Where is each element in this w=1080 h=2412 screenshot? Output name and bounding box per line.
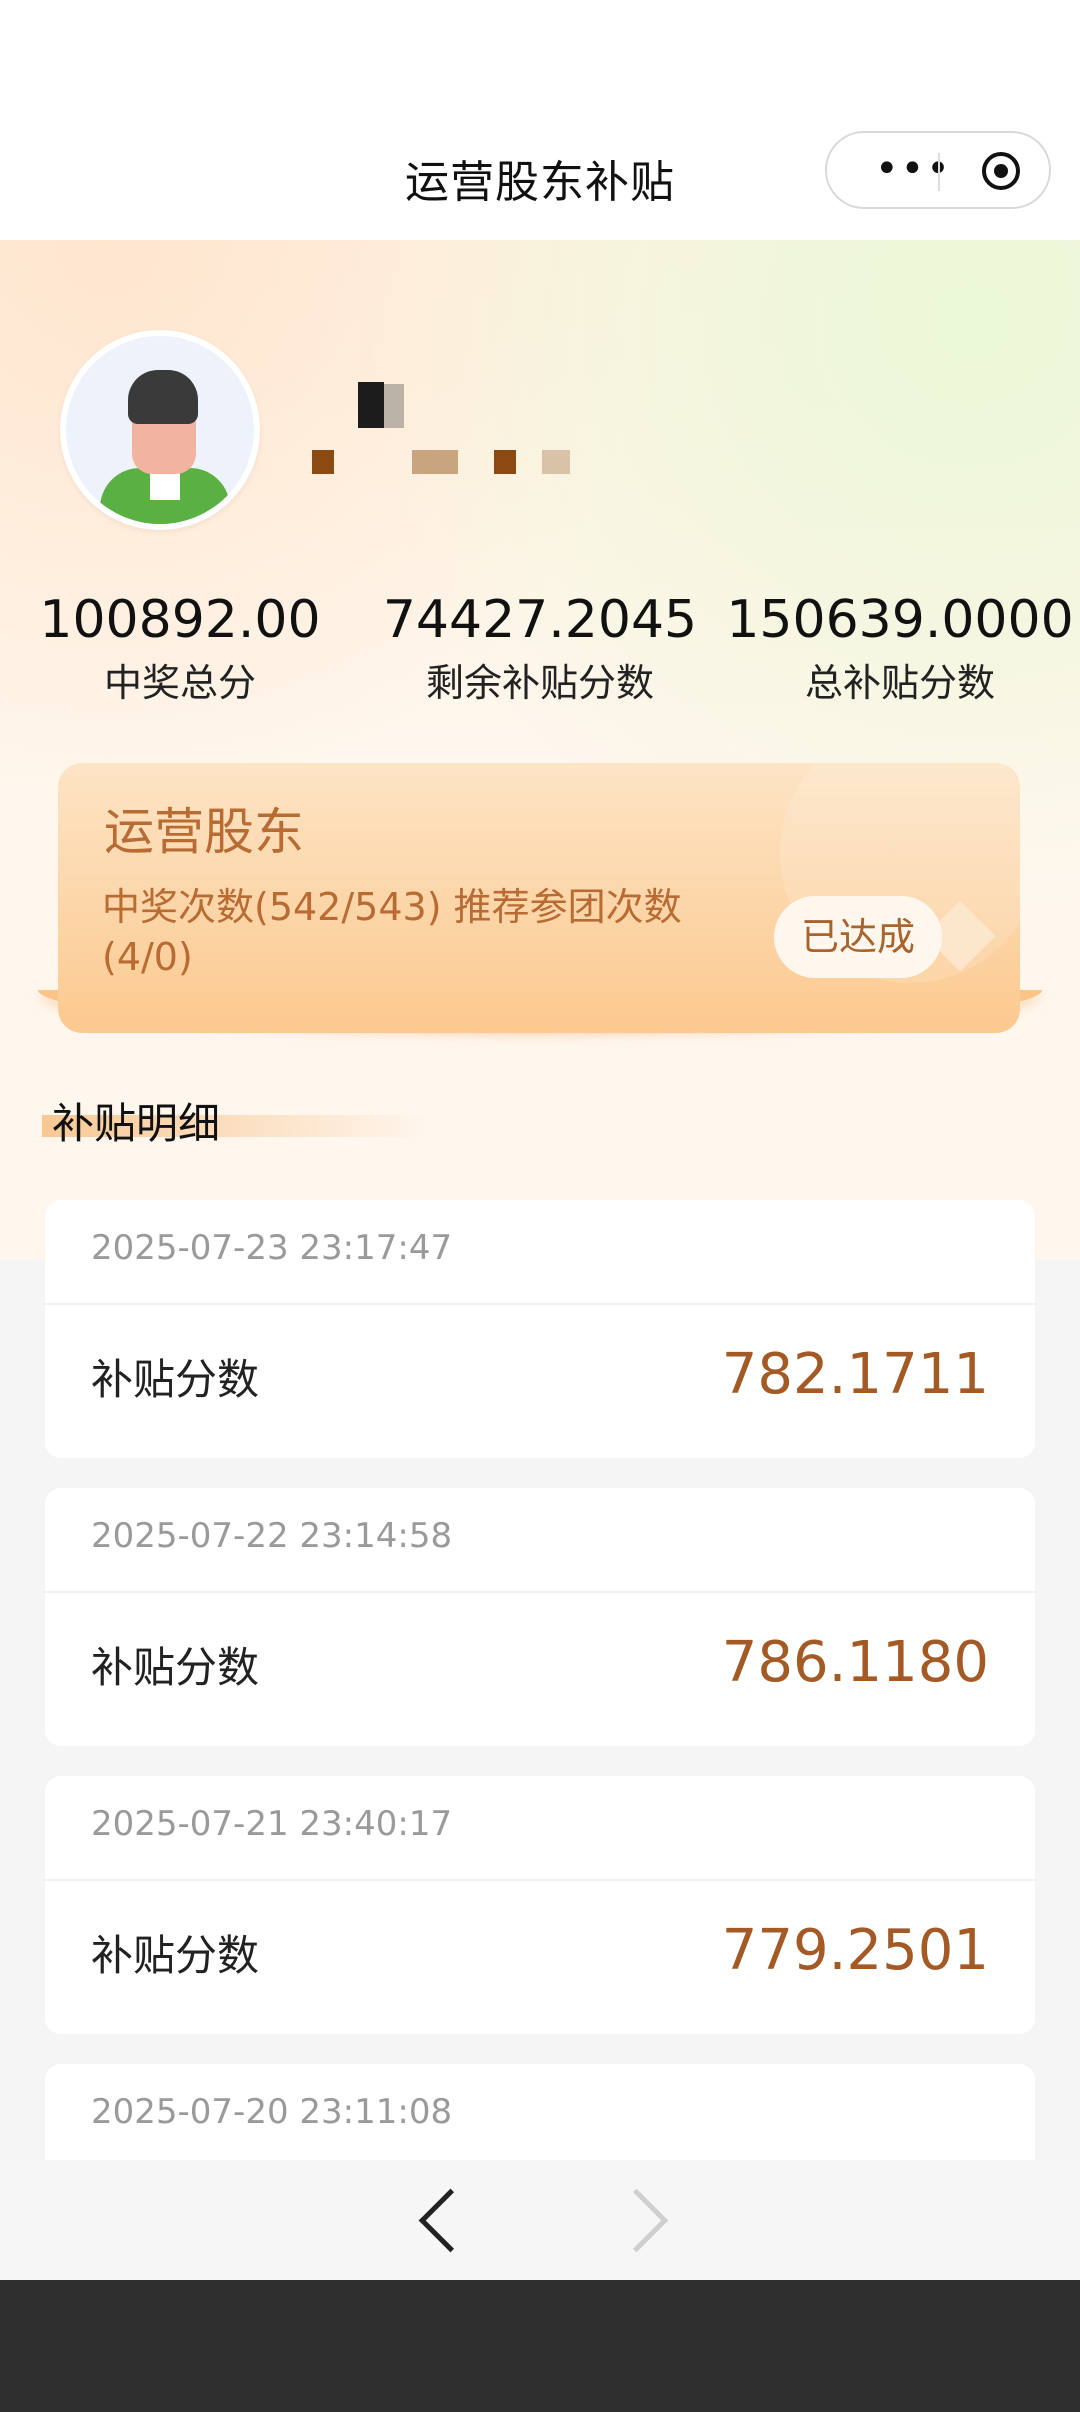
record-label: 补贴分数	[91, 1355, 260, 1404]
stat-value: 74427.2045	[382, 590, 698, 650]
stat-value: 150639.0000	[726, 590, 1074, 650]
record-time: 2025-07-20 23:11:08	[91, 2092, 453, 2132]
avatar[interactable]	[60, 330, 260, 530]
browser-nav-bar	[0, 2160, 1080, 2280]
user-id-redacted	[312, 448, 572, 482]
subsidy-record[interactable]: 2025-07-23 23:17:47 补贴分数 782.1711	[45, 1200, 1035, 1458]
stat-total-subsidy: 150639.0000 总补贴分数	[720, 585, 1080, 709]
username-redacted-part	[384, 384, 404, 428]
target-circle-icon[interactable]	[982, 152, 1020, 190]
status-bar	[0, 0, 1080, 120]
record-time: 2025-07-22 23:14:58	[91, 1516, 453, 1556]
level-title: 运营股东	[104, 803, 304, 861]
record-divider	[45, 1879, 1035, 1881]
capsule-divider	[938, 153, 940, 191]
subsidy-record[interactable]: 2025-07-22 23:14:58 补贴分数 786.1180	[45, 1488, 1035, 1746]
record-value: 782.1711	[721, 1342, 989, 1407]
level-description: 中奖次数(542/543) 推荐参团次数(4/0)	[102, 885, 682, 979]
section-title: 补贴明细	[52, 1099, 221, 1148]
system-navigation-bar	[0, 2280, 1080, 2412]
stat-remaining-subsidy: 74427.2045 剩余补贴分数	[360, 585, 720, 709]
stat-total-win-points: 100892.00 中奖总分	[0, 585, 360, 709]
record-time: 2025-07-23 23:17:47	[91, 1228, 453, 1268]
more-dots-icon[interactable]: •••	[875, 145, 952, 193]
mini-program-capsule: •••	[825, 131, 1051, 209]
record-label: 补贴分数	[91, 1931, 260, 1980]
record-value: 786.1180	[721, 1630, 989, 1695]
record-divider	[45, 1303, 1035, 1305]
record-time: 2025-07-21 23:40:17	[91, 1804, 453, 1844]
stat-label: 总补贴分数	[804, 661, 995, 705]
subsidy-record[interactable]: 2025-07-21 23:40:17 补贴分数 779.2501	[45, 1776, 1035, 2034]
username-redacted	[358, 382, 384, 428]
achieved-status-button[interactable]: 已达成	[774, 896, 942, 978]
record-divider	[45, 1591, 1035, 1593]
record-label: 补贴分数	[91, 1643, 260, 1692]
stat-value: 100892.00	[39, 590, 321, 650]
stat-label: 中奖总分	[103, 661, 256, 705]
record-value: 779.2501	[721, 1918, 989, 1983]
stat-label: 剩余补贴分数	[425, 661, 654, 705]
